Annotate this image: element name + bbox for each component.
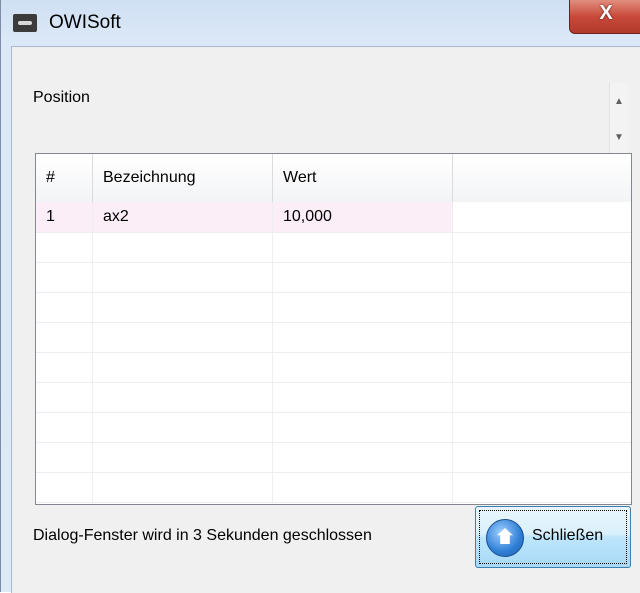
scroll-up-icon[interactable]: ▲: [610, 93, 628, 111]
empty-row: [36, 292, 631, 323]
empty-cell: [93, 352, 273, 382]
column-header-empty: [453, 154, 631, 202]
empty-cell: [36, 442, 93, 472]
empty-cell: [93, 472, 273, 502]
empty-cell: [93, 322, 273, 352]
column-header-bezeichnung[interactable]: Bezeichnung: [93, 154, 273, 202]
empty-cell: [36, 292, 93, 322]
empty-cell: [93, 262, 273, 292]
empty-row: [36, 382, 631, 413]
column-header-number[interactable]: #: [36, 154, 93, 202]
position-panel: Position ▲ ▼: [12, 59, 632, 161]
cell-wert: 10,000: [273, 202, 453, 232]
empty-cell: [93, 442, 273, 472]
empty-cell: [273, 382, 453, 412]
empty-row: [36, 262, 631, 293]
empty-row: [36, 322, 631, 353]
empty-cell: [36, 412, 93, 442]
close-icon: X: [599, 2, 613, 24]
empty-cell: [36, 232, 93, 262]
home-icon: [486, 519, 524, 557]
close-button-label: Schließen: [532, 527, 604, 544]
countdown-status-text: Dialog-Fenster wird in 3 Sekunden geschl…: [33, 527, 372, 544]
empty-cell: [273, 232, 453, 262]
empty-cell: [36, 352, 93, 382]
empty-cell: [93, 232, 273, 262]
cell-number: 1: [36, 202, 93, 232]
empty-cell: [273, 262, 453, 292]
empty-row: [36, 412, 631, 443]
close-button[interactable]: Schließen: [475, 506, 631, 568]
table-row[interactable]: 1 ax2 10,000: [36, 202, 631, 233]
position-table[interactable]: # Bezeichnung Wert 1 ax2 10,000: [35, 153, 632, 505]
position-scrollbar[interactable]: ▲ ▼: [609, 83, 628, 161]
empty-cell: [36, 262, 93, 292]
empty-cell: [273, 292, 453, 322]
empty-row: [36, 232, 631, 263]
empty-cell: [93, 292, 273, 322]
cell-bezeichnung: ax2: [93, 202, 273, 232]
dialog-client-area: Position ▲ ▼ # Bezeichnung Wert 1 ax2 10…: [11, 46, 640, 593]
table-header: # Bezeichnung Wert: [36, 154, 631, 203]
empty-row: [36, 472, 631, 503]
empty-cell: [93, 412, 273, 442]
empty-cell: [273, 412, 453, 442]
empty-cell: [36, 322, 93, 352]
empty-cell: [273, 442, 453, 472]
cell-empty: [453, 202, 631, 232]
position-label: Position: [33, 89, 90, 106]
window-close-button[interactable]: X: [569, 0, 640, 34]
empty-cell: [93, 382, 273, 412]
window-title: OWISoft: [49, 12, 121, 33]
scroll-down-icon[interactable]: ▼: [610, 129, 628, 147]
empty-cell: [273, 472, 453, 502]
app-icon[interactable]: [13, 14, 37, 32]
column-header-wert[interactable]: Wert: [273, 154, 453, 202]
empty-row: [36, 442, 631, 473]
empty-cell: [36, 472, 93, 502]
empty-cell: [273, 352, 453, 382]
empty-row: [36, 352, 631, 383]
empty-cell: [36, 382, 93, 412]
empty-cell: [273, 322, 453, 352]
title-bar[interactable]: OWISoft X: [1, 0, 640, 46]
dialog-window: OWISoft X Position ▲ ▼ # Bezeichnung Wer…: [0, 0, 640, 593]
